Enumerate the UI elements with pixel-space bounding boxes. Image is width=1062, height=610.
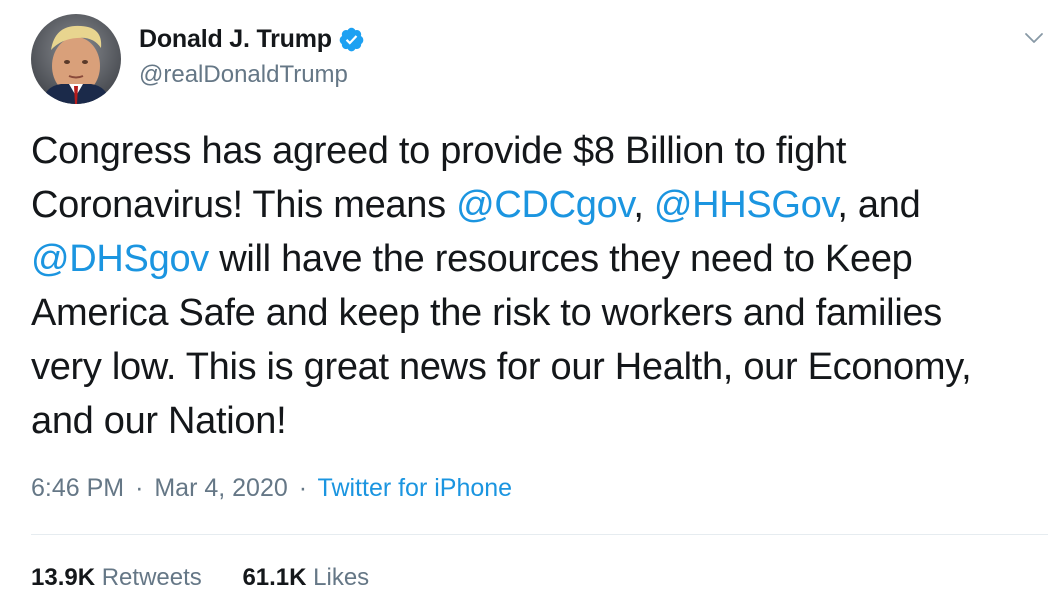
tweet-time[interactable]: 6:46 PM — [31, 474, 124, 502]
tweet-text-segment: , and — [837, 184, 921, 226]
tweet-text-segment: and our Nation! — [31, 400, 287, 442]
meta-separator: · — [135, 474, 144, 502]
tweet-text-line: and our Nation! — [31, 394, 1041, 448]
tweet-text-segment: , — [633, 184, 654, 226]
tweet-text-line: Congress has agreed to provide $8 Billio… — [31, 124, 1041, 178]
tweet-text-line: @DHSgov will have the resources they nee… — [31, 232, 1041, 286]
tweet-meta: 6:46 PM · Mar 4, 2020 · Twitter for iPho… — [31, 474, 512, 503]
mention-link[interactable]: @HHSGov — [654, 184, 838, 226]
avatar[interactable] — [31, 14, 121, 104]
mention-link[interactable]: @DHSgov — [31, 238, 209, 280]
mention-link[interactable]: @CDCgov — [456, 184, 634, 226]
tweet-date[interactable]: Mar 4, 2020 — [154, 474, 287, 502]
tweet-text-line: America Safe and keep the risk to worker… — [31, 286, 1041, 340]
display-name[interactable]: Donald J. Trump — [139, 25, 332, 54]
tweet-text-segment: Congress has agreed to provide $8 Billio… — [31, 130, 847, 172]
likes-count: 61.1K — [242, 564, 307, 591]
tweet-text-segment: Coronavirus! This means — [31, 184, 457, 226]
tweet-source-link[interactable]: Twitter for iPhone — [318, 474, 513, 502]
tweet-text-segment: very low. This is great news for our Hea… — [31, 346, 972, 388]
chevron-down-icon[interactable] — [1022, 26, 1046, 50]
likes-stat[interactable]: 61.1K Likes — [242, 564, 369, 592]
tweet-text-segment: will have the resources they need to Kee… — [208, 238, 913, 280]
retweets-label: Retweets — [101, 564, 202, 591]
tweet-text-line: very low. This is great news for our Hea… — [31, 340, 1041, 394]
engagement-stats: 13.9K Retweets 61.1K Likes — [31, 564, 403, 592]
profile-photo — [31, 14, 121, 104]
retweets-stat[interactable]: 13.9K Retweets — [31, 564, 202, 592]
verified-badge-icon — [339, 27, 364, 52]
tweet-card: Donald J. Trump @realDonaldTrump Congres… — [0, 0, 1062, 610]
divider — [31, 534, 1048, 535]
tweet-text: Congress has agreed to provide $8 Billio… — [31, 124, 1041, 448]
author-name-row[interactable]: Donald J. Trump — [139, 25, 365, 54]
tweet-text-line: Coronavirus! This means @CDCgov, @HHSGov… — [31, 178, 1041, 232]
retweets-count: 13.9K — [31, 564, 96, 591]
tweet-text-segment: America Safe and keep the risk to worker… — [31, 292, 942, 334]
author-handle[interactable]: @realDonaldTrump — [139, 61, 348, 89]
meta-separator: · — [298, 474, 308, 502]
likes-label: Likes — [313, 564, 370, 591]
